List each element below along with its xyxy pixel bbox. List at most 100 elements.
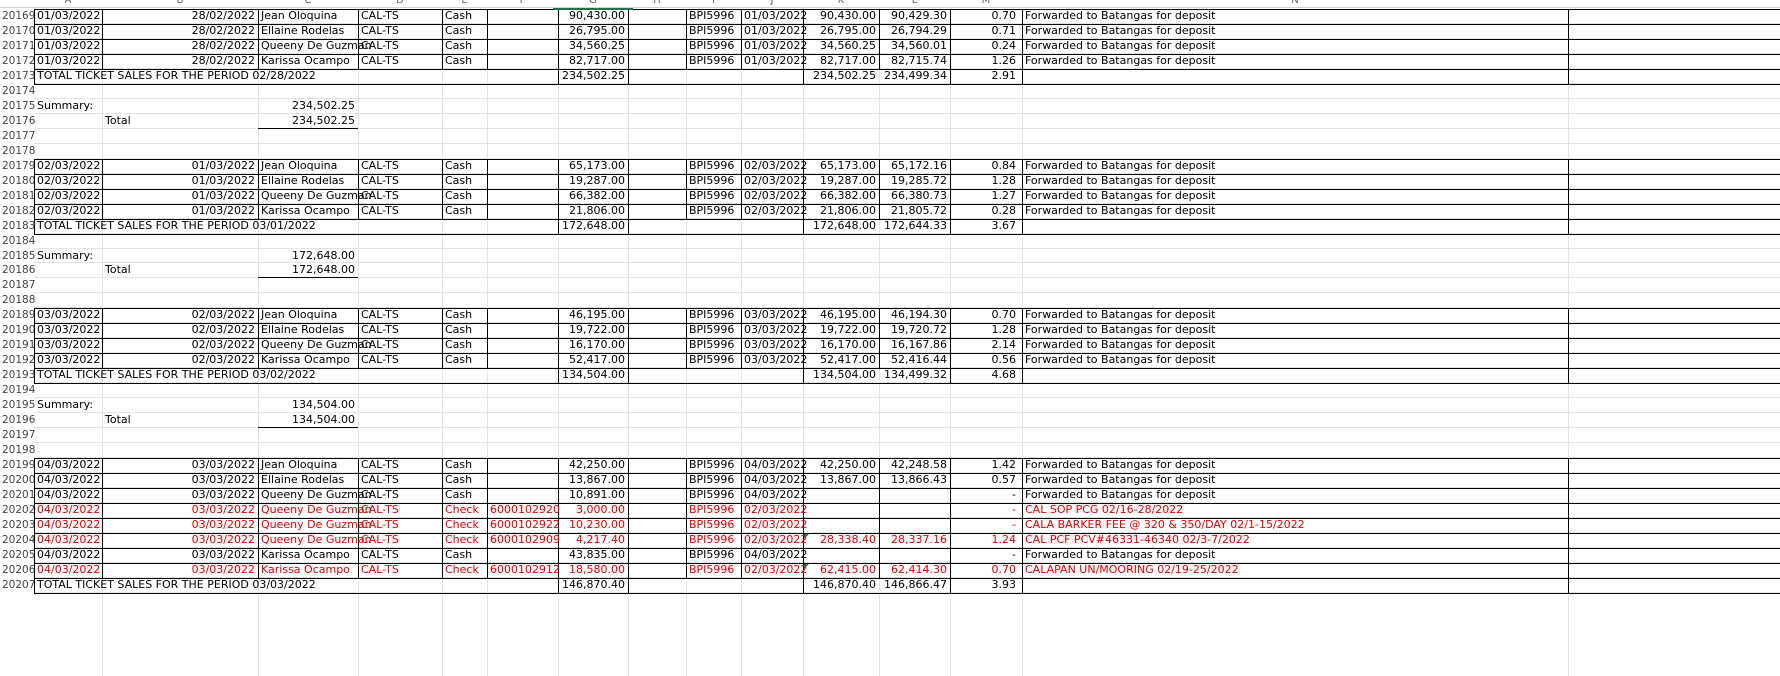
cell-n[interactable]: CAL SOP PCG 02/16-28/2022 (1022, 503, 1568, 518)
cell-i[interactable]: BPI5996 (686, 159, 741, 174)
cell-n[interactable]: Forwarded to Batangas for deposit (1022, 9, 1568, 24)
cell-i[interactable]: BPI5996 (686, 503, 741, 518)
cell-g[interactable]: 4,217.40 (558, 533, 628, 548)
cell-i[interactable]: BPI5996 (686, 9, 741, 24)
cell-d[interactable]: CAL-TS (358, 24, 442, 39)
cell-n[interactable]: CAL PCF PCV#46331-46340 02/3-7/2022 (1022, 533, 1568, 548)
cell-i[interactable]: BPI5996 (686, 458, 741, 473)
cell-m[interactable]: 0.84 (950, 159, 1022, 174)
row-number[interactable]: 20173 (0, 68, 35, 84)
cell-f[interactable] (487, 308, 558, 323)
column-header-e[interactable]: E (442, 0, 487, 7)
cell-g[interactable]: 19,722.00 (558, 323, 628, 338)
summary-label[interactable]: Summary: (34, 99, 102, 114)
row-number[interactable]: 20193 (0, 368, 35, 384)
summary-total-label[interactable]: Total (102, 413, 182, 428)
cell-e[interactable]: Cash (442, 159, 487, 174)
cell-c[interactable]: Jean Oloquina (258, 308, 358, 323)
cell-l[interactable] (879, 488, 950, 503)
row-number[interactable]: 20172 (0, 53, 35, 69)
cell-l[interactable]: 19,285.72 (879, 174, 950, 189)
cell-g[interactable]: 16,170.00 (558, 338, 628, 353)
cell-c[interactable]: Queeny De Guzman (258, 39, 372, 54)
cell-l[interactable]: 62,414.30 (879, 563, 950, 578)
cell-a[interactable]: 01/03/2022 (34, 24, 102, 39)
cell-d[interactable]: CAL-TS (358, 308, 442, 323)
cell-c[interactable]: Jean Oloquina (258, 458, 358, 473)
cell-a[interactable]: 03/03/2022 (34, 353, 102, 368)
cell-a[interactable]: 04/03/2022 (34, 503, 102, 518)
cell-f[interactable] (487, 338, 558, 353)
cell-n[interactable]: CALA BARKER FEE @ 320 & 350/DAY 02/1-15/… (1022, 518, 1568, 533)
cell-c[interactable]: Queeny De Guzman (258, 518, 372, 533)
cell-j[interactable]: 04/03/2022 (741, 488, 807, 503)
cell-m[interactable]: 0.70 (950, 563, 1022, 578)
cell-i[interactable]: BPI5996 (686, 54, 741, 69)
cell-a[interactable]: 04/03/2022 (34, 518, 102, 533)
cell-g[interactable]: 46,195.00 (558, 308, 628, 323)
column-header-h[interactable]: H (628, 0, 686, 7)
cell-g[interactable]: 66,382.00 (558, 189, 628, 204)
column-header-f[interactable]: F (487, 0, 558, 7)
cell-f[interactable] (487, 473, 558, 488)
cell-m[interactable]: 0.56 (950, 353, 1022, 368)
cell-e[interactable]: Check (442, 533, 487, 548)
cell-f[interactable] (487, 159, 558, 174)
cell-b[interactable]: 28/02/2022 (102, 54, 258, 69)
cell-c[interactable]: 234,502.25 (258, 114, 358, 129)
cell-k[interactable] (803, 518, 879, 533)
cell-j[interactable]: 01/03/2022 (741, 54, 807, 69)
cell-k[interactable]: 52,417.00 (803, 353, 879, 368)
cell-i[interactable]: BPI5996 (686, 308, 741, 323)
cell-m[interactable]: 3.67 (950, 219, 1022, 234)
cell-f[interactable] (487, 323, 558, 338)
cell-m[interactable]: 4.68 (950, 368, 1022, 383)
row-number[interactable]: 20188 (0, 293, 35, 309)
cell-d[interactable]: CAL-TS (358, 353, 442, 368)
cell-g[interactable]: 146,870.40 (558, 578, 628, 593)
cell-g[interactable]: 65,173.00 (558, 159, 628, 174)
cell-k[interactable]: 90,430.00 (803, 9, 879, 24)
cell-b[interactable]: 01/03/2022 (102, 174, 258, 189)
cell-c[interactable]: Queeny De Guzman (258, 189, 372, 204)
cell-e[interactable]: Cash (442, 473, 487, 488)
cell-e[interactable]: Check (442, 518, 487, 533)
row-number[interactable]: 20191 (0, 338, 35, 354)
cell-a[interactable]: 04/03/2022 (34, 533, 102, 548)
row-number[interactable]: 20197 (0, 428, 35, 444)
cell-m[interactable]: 2.14 (950, 338, 1022, 353)
cell-e[interactable]: Cash (442, 24, 487, 39)
cell-j[interactable]: 03/03/2022 (741, 338, 807, 353)
cell-g[interactable]: 10,230.00 (558, 518, 628, 533)
cell-d[interactable]: CAL-TS (358, 323, 442, 338)
cell-j[interactable]: 04/03/2022 (741, 548, 807, 563)
cell-f[interactable] (487, 24, 558, 39)
cell-d[interactable]: CAL-TS (358, 204, 442, 219)
summary-label[interactable]: Summary: (34, 398, 102, 413)
cell-j[interactable]: 03/03/2022 (741, 323, 807, 338)
cell-a[interactable]: 02/03/2022 (34, 189, 102, 204)
cell-n[interactable]: Forwarded to Batangas for deposit (1022, 174, 1568, 189)
cell-g[interactable]: 10,891.00 (558, 488, 628, 503)
cell-k[interactable]: 13,867.00 (803, 473, 879, 488)
cell-l[interactable]: 172,644.33 (879, 219, 950, 234)
row-number[interactable]: 20176 (0, 113, 35, 129)
cell-c[interactable]: Jean Oloquina (258, 9, 358, 24)
cell-g[interactable]: 26,795.00 (558, 24, 628, 39)
cell-f[interactable] (487, 458, 558, 473)
cell-g[interactable]: 90,430.00 (558, 9, 628, 24)
cell-e[interactable]: Cash (442, 204, 487, 219)
cell-g[interactable]: 42,250.00 (558, 458, 628, 473)
cell-d[interactable]: CAL-TS (358, 563, 442, 578)
row-number[interactable]: 20174 (0, 83, 35, 99)
row-number[interactable]: 20194 (0, 383, 35, 399)
cell-e[interactable]: Cash (442, 338, 487, 353)
column-header-l[interactable]: L (879, 0, 950, 7)
cell-f[interactable] (487, 54, 558, 69)
cell-m[interactable]: 0.70 (950, 9, 1022, 24)
cell-n[interactable]: CALAPAN UN/MOORING 02/19-25/2022 (1022, 563, 1568, 578)
cell-a[interactable]: 04/03/2022 (34, 548, 102, 563)
summary-total-label[interactable]: Total (102, 263, 182, 278)
cell-c[interactable]: 134,504.00 (258, 413, 358, 429)
cell-b[interactable]: 02/03/2022 (102, 308, 258, 323)
